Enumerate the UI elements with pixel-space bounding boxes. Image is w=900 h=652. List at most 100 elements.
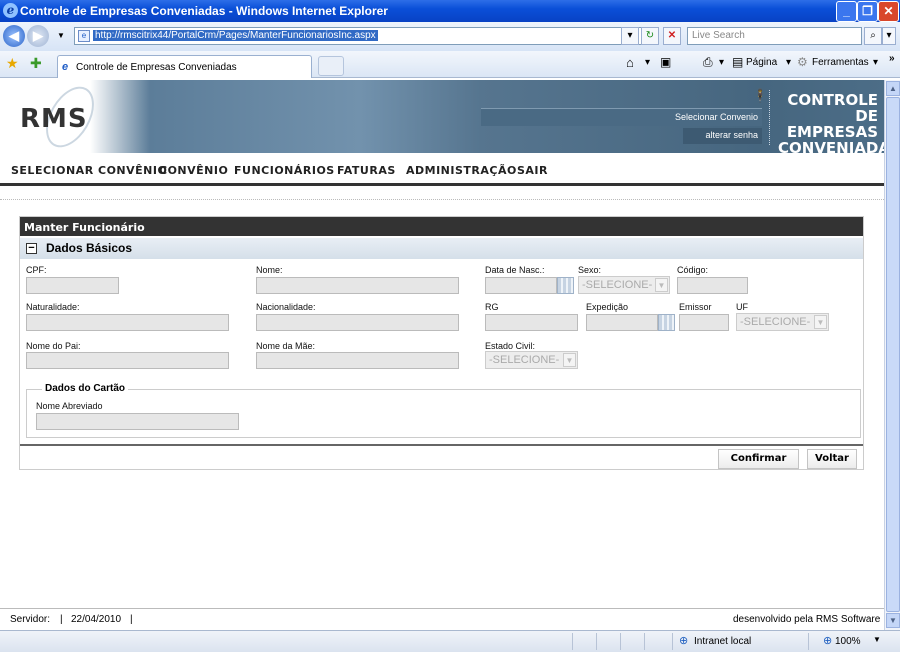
maximize-button[interactable]: ❐ xyxy=(857,1,878,22)
refresh-icon[interactable]: ↻ xyxy=(641,27,659,45)
change-password-link[interactable]: alterar senha xyxy=(683,128,762,144)
header-divider xyxy=(769,90,770,145)
cpf-input[interactable] xyxy=(26,277,119,294)
stop-icon[interactable]: ✕ xyxy=(663,27,681,45)
address-toolbar: ◀ ▶ ▼ e http://rmscitrix44/PortalCrm/Pag… xyxy=(0,22,900,51)
tools-gear-icon[interactable]: ⚙ xyxy=(797,55,808,69)
expedicao-input[interactable] xyxy=(586,314,658,331)
chevron-down-icon[interactable]: ▼ xyxy=(814,315,827,329)
page-icon: e xyxy=(78,30,90,42)
nome-mae-label: Nome da Mãe: xyxy=(256,341,316,351)
nome-pai-label: Nome do Pai: xyxy=(26,341,81,351)
page-menu-icon[interactable]: ▤ xyxy=(732,55,743,69)
nome-pai-input[interactable] xyxy=(26,352,229,369)
form-footer-line xyxy=(20,444,863,446)
footer-date: 22/04/2010 xyxy=(71,614,122,625)
nome-mae-input[interactable] xyxy=(256,352,459,369)
minimize-button[interactable]: _ xyxy=(836,1,857,22)
search-input[interactable]: Live Search xyxy=(687,27,862,45)
confirm-button[interactable]: Confirmar xyxy=(718,449,799,469)
toolbar-overflow-icon[interactable]: » xyxy=(889,53,895,64)
menu-sair[interactable]: SAIR xyxy=(517,164,548,177)
close-window-button[interactable]: ✕ xyxy=(878,1,899,22)
zoom-icon[interactable]: ⊕ xyxy=(823,634,832,647)
nome-label: Nome: xyxy=(256,265,283,275)
menu-faturas[interactable]: FATURAS xyxy=(337,164,396,177)
scroll-up-icon[interactable]: ▲ xyxy=(886,81,900,96)
calendar-icon[interactable] xyxy=(658,314,675,331)
tools-menu[interactable]: Ferramentas xyxy=(812,57,869,68)
intranet-globe-icon: ⊕ xyxy=(679,635,689,647)
add-favorite-icon[interactable]: ✚ xyxy=(30,55,42,72)
address-dropdown-icon[interactable]: ▾ xyxy=(621,27,639,45)
address-bar[interactable]: e http://rmscitrix44/PortalCrm/Pages/Man… xyxy=(74,27,659,45)
back-button[interactable]: ◀ xyxy=(3,25,25,47)
uf-select[interactable]: -SELECIONE- ▼ xyxy=(736,313,829,331)
tab-ie-icon: e xyxy=(62,61,69,73)
nome-input[interactable] xyxy=(256,277,459,294)
feeds-icon[interactable]: ▣ xyxy=(660,55,671,69)
estado-civil-select-value: -SELECIONE- xyxy=(489,354,560,366)
emissor-label: Emissor xyxy=(679,302,712,312)
zoom-dropdown-icon[interactable]: ▼ xyxy=(873,635,881,644)
vertical-scrollbar[interactable]: ▲ ▼ xyxy=(884,80,900,630)
menu-convenio[interactable]: CONVÊNIO xyxy=(159,164,228,177)
menu-selecionar-convenio[interactable]: SELECIONAR CONVÊNIO xyxy=(11,164,167,177)
codigo-label: Código: xyxy=(677,265,709,275)
nacionalidade-input[interactable] xyxy=(256,314,459,331)
data-nasc-input[interactable] xyxy=(485,277,557,294)
search-icon[interactable]: ⌕ xyxy=(864,27,882,45)
nacionalidade-label: Nacionalidade: xyxy=(256,302,316,312)
tab-title: Controle de Empresas Conveniadas xyxy=(76,62,237,73)
forward-button[interactable]: ▶ xyxy=(27,25,49,47)
nome-abreviado-input[interactable] xyxy=(36,413,239,430)
print-dropdown-icon[interactable]: ▾ xyxy=(719,57,724,68)
codigo-input[interactable] xyxy=(677,277,748,294)
print-icon[interactable]: ⎙ xyxy=(703,55,713,70)
sexo-select[interactable]: -SELECIONE- ▼ xyxy=(578,276,670,294)
card-legend: Dados do Cartão xyxy=(42,383,129,394)
estado-civil-select[interactable]: -SELECIONE- ▼ xyxy=(485,351,578,369)
brand-line-1: CONTROLE xyxy=(787,91,878,109)
rg-input[interactable] xyxy=(485,314,578,331)
zoom-level[interactable]: 100% xyxy=(835,636,861,647)
chevron-down-icon[interactable]: ▼ xyxy=(563,353,576,367)
footer-credit: desenvolvido pela RMS Software xyxy=(733,614,881,625)
tools-dropdown-icon[interactable]: ▾ xyxy=(873,57,878,68)
select-convenio-link[interactable]: Selecionar Convenio xyxy=(481,108,762,126)
page-menu[interactable]: Página xyxy=(746,57,777,68)
ie-logo-icon: e xyxy=(3,3,18,18)
emissor-input[interactable] xyxy=(679,314,729,331)
menu-funcionarios[interactable]: FUNCIONÁRIOS xyxy=(234,164,335,177)
url-text[interactable]: http://rmscitrix44/PortalCrm/Pages/Mante… xyxy=(93,30,378,41)
collapse-icon[interactable]: − xyxy=(26,243,37,254)
security-zone: Intranet local xyxy=(694,636,752,647)
home-icon[interactable]: ⌂ xyxy=(626,55,634,70)
naturalidade-input[interactable] xyxy=(26,314,229,331)
nome-abreviado-label: Nome Abreviado xyxy=(36,401,103,411)
new-tab-button[interactable] xyxy=(318,56,344,76)
calendar-icon[interactable] xyxy=(557,277,574,294)
tab-active[interactable]: e Controle de Empresas Conveniadas xyxy=(57,55,312,78)
divider xyxy=(0,199,884,200)
brand-line-2: DE EMPRESAS xyxy=(786,107,878,141)
home-dropdown-icon[interactable]: ▾ xyxy=(645,57,650,68)
sexo-select-value: -SELECIONE- xyxy=(582,279,653,291)
scroll-down-icon[interactable]: ▼ xyxy=(886,613,900,628)
section-header: − Dados Básicos xyxy=(20,238,863,259)
cpf-label: CPF: xyxy=(26,265,47,275)
rms-logo: RMS xyxy=(20,104,88,134)
history-dropdown-icon[interactable]: ▼ xyxy=(57,31,65,40)
search-options-icon[interactable]: ▾ xyxy=(882,27,896,45)
menu-administracao[interactable]: ADMINISTRAÇÃO xyxy=(406,164,517,177)
page-menu-dropdown-icon[interactable]: ▾ xyxy=(786,57,791,68)
favorites-star-icon[interactable]: ★ xyxy=(6,55,19,72)
window-title: Controle de Empresas Conveniadas - Windo… xyxy=(20,4,388,18)
sexo-label: Sexo: xyxy=(578,265,602,275)
server-label: Servidor: xyxy=(10,614,51,625)
card-fieldset: Dados do Cartão Nome Abreviado xyxy=(26,383,861,438)
scrollbar-thumb[interactable] xyxy=(886,97,900,612)
status-divider xyxy=(572,633,573,650)
back-link-button[interactable]: Voltar xyxy=(807,449,857,469)
chevron-down-icon[interactable]: ▼ xyxy=(655,278,668,292)
